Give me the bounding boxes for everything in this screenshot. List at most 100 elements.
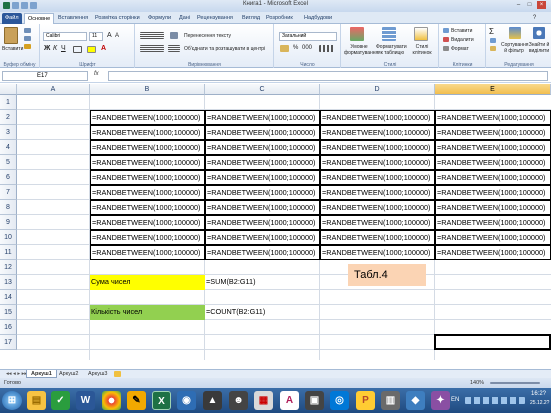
row-header-16[interactable]: 16 (0, 320, 17, 335)
grow-font-icon[interactable]: A (107, 32, 112, 39)
format-table-button[interactable]: Форматувати як таблицю (376, 44, 407, 56)
row-header-12[interactable]: 12 (0, 260, 17, 275)
app-icon-person[interactable]: ☻ (229, 391, 248, 410)
cell-d5[interactable]: =RANDBETWEEN(1000;100000) (320, 155, 435, 170)
zoom-slider[interactable] (490, 382, 540, 384)
cell-b6[interactable]: =RANDBETWEEN(1000;100000) (90, 170, 205, 185)
row-header-15[interactable]: 15 (0, 305, 17, 320)
cell-d11[interactable]: =RANDBETWEEN(1000;100000) (320, 245, 435, 260)
tab-formulas[interactable]: Формули (145, 13, 174, 24)
row-header-5[interactable]: 5 (0, 155, 17, 170)
wrap-text-button[interactable]: Перенесення тексту (184, 33, 231, 39)
cell-c10[interactable]: =RANDBETWEEN(1000;100000) (205, 230, 320, 245)
sheet-tab-2[interactable]: Аркуш2 (55, 370, 82, 378)
column-header-c[interactable]: C (205, 84, 320, 95)
tab-page-layout[interactable]: Розмітка сторінки (92, 13, 143, 24)
row-header-7[interactable]: 7 (0, 185, 17, 200)
cell-c2[interactable]: =RANDBETWEEN(1000;100000) (205, 110, 320, 125)
decimal-icons[interactable] (319, 45, 335, 52)
cell-d9[interactable]: =RANDBETWEEN(1000;100000) (320, 215, 435, 230)
cell-e11[interactable]: =RANDBETWEEN(1000;100000) (435, 245, 551, 260)
close-icon[interactable]: × (537, 1, 546, 9)
cell-b11[interactable]: =RANDBETWEEN(1000;100000) (90, 245, 205, 260)
app-icon-green[interactable]: ✓ (51, 391, 70, 410)
cell-c8[interactable]: =RANDBETWEEN(1000;100000) (205, 200, 320, 215)
cell-c15[interactable]: =COUNT(B2:G11) (205, 305, 320, 320)
sort-filter-button[interactable]: Сортування й фільтр (501, 42, 529, 54)
format-table-icon[interactable] (382, 27, 396, 41)
cell-b8[interactable]: =RANDBETWEEN(1000;100000) (90, 200, 205, 215)
row-header-11[interactable]: 11 (0, 245, 17, 260)
currency-icon[interactable] (280, 45, 289, 52)
paste-icon[interactable] (4, 27, 18, 44)
sort-filter-icon[interactable] (509, 27, 521, 39)
underline-icon[interactable]: Ч (61, 45, 66, 52)
italic-icon[interactable]: К (53, 45, 57, 52)
cell-c7[interactable]: =RANDBETWEEN(1000;100000) (205, 185, 320, 200)
paste-button[interactable]: Вставити (2, 46, 23, 52)
app-icon-purple[interactable]: ✦ (431, 391, 450, 410)
vertical-align-icons[interactable] (140, 32, 164, 39)
spreadsheet-grid[interactable]: A B C D E 1 2 3 4 5 6 7 8 9 10 11 12 13 14 15 16 17 =RAND… (0, 84, 551, 360)
fill-icon[interactable] (490, 38, 496, 43)
cell-d10[interactable]: =RANDBETWEEN(1000;100000) (320, 230, 435, 245)
orientation-icon[interactable] (170, 32, 178, 39)
format-cells-icon[interactable] (443, 46, 449, 51)
find-select-button[interactable]: Знайти й виділити (527, 42, 551, 54)
cell-e7[interactable]: =RANDBETWEEN(1000;100000) (435, 185, 551, 200)
app-icon-dark[interactable]: ▲ (203, 391, 222, 410)
tab-addins[interactable]: Надбудови (301, 13, 335, 24)
clear-icon[interactable] (490, 46, 496, 51)
cell-b4[interactable]: =RANDBETWEEN(1000;100000) (90, 140, 205, 155)
tab-view[interactable]: Вигляд (239, 13, 263, 24)
cell-c11[interactable]: =RANDBETWEEN(1000;100000) (205, 245, 320, 260)
cell-d2[interactable]: =RANDBETWEEN(1000;100000) (320, 110, 435, 125)
tab-developer[interactable]: Розробник (263, 13, 296, 24)
shrink-font-icon[interactable]: A (115, 33, 119, 39)
cell-b10[interactable]: =RANDBETWEEN(1000;100000) (90, 230, 205, 245)
cell-styles-button[interactable]: Стилі клітинок (409, 44, 435, 56)
app-icon-gray[interactable]: ▥ (381, 391, 400, 410)
row-header-8[interactable]: 8 (0, 200, 17, 215)
font-size-select[interactable]: 11 (89, 32, 103, 41)
row-header-2[interactable]: 2 (0, 110, 17, 125)
font-color-icon[interactable]: A (101, 45, 106, 52)
column-header-e[interactable]: E (435, 84, 551, 95)
row-header-9[interactable]: 9 (0, 215, 17, 230)
cell-e8[interactable]: =RANDBETWEEN(1000;100000) (435, 200, 551, 215)
row-header-3[interactable]: 3 (0, 125, 17, 140)
chrome-icon[interactable] (102, 391, 121, 410)
cell-d6[interactable]: =RANDBETWEEN(1000;100000) (320, 170, 435, 185)
cell-styles-icon[interactable] (414, 27, 428, 41)
cell-b9[interactable]: =RANDBETWEEN(1000;100000) (90, 215, 205, 230)
fill-color-icon[interactable] (87, 46, 96, 53)
indent-icons[interactable] (168, 45, 180, 52)
font-name-select[interactable]: Calibri (43, 32, 87, 41)
cell-d4[interactable]: =RANDBETWEEN(1000;100000) (320, 140, 435, 155)
cell-b3[interactable]: =RANDBETWEEN(1000;100000) (90, 125, 205, 140)
autosum-icon[interactable]: Σ (489, 27, 494, 36)
conditional-format-button[interactable]: Умовне форматування (344, 44, 378, 56)
row-header-1[interactable]: 1 (0, 95, 17, 110)
table-label-shape[interactable]: Табл.4 (348, 264, 426, 286)
select-all-corner[interactable] (0, 84, 17, 95)
word-icon[interactable]: W (76, 391, 95, 410)
app-icon-calc[interactable]: ▦ (254, 391, 273, 410)
sheet-tab-3[interactable]: Аркуш3 (84, 370, 111, 378)
tray-icons[interactable] (465, 397, 525, 404)
cell-e5[interactable]: =RANDBETWEEN(1000;100000) (435, 155, 551, 170)
cell-d3[interactable]: =RANDBETWEEN(1000;100000) (320, 125, 435, 140)
cell-e6[interactable]: =RANDBETWEEN(1000;100000) (435, 170, 551, 185)
row-header-17[interactable]: 17 (0, 335, 17, 350)
formula-input[interactable] (108, 71, 548, 81)
powerpoint-icon[interactable]: P (356, 391, 375, 410)
app-icon-img[interactable]: ▣ (305, 391, 324, 410)
cell-e4[interactable]: =RANDBETWEEN(1000;100000) (435, 140, 551, 155)
tab-insert[interactable]: Вставлення (55, 13, 91, 24)
insert-cells-button[interactable]: Вставити (451, 28, 472, 34)
delete-cells-icon[interactable] (443, 37, 449, 42)
row-header-6[interactable]: 6 (0, 170, 17, 185)
number-format-select[interactable]: Загальний (279, 32, 337, 41)
cell-c3[interactable]: =RANDBETWEEN(1000;100000) (205, 125, 320, 140)
app-icon-blue-2[interactable]: ◆ (406, 391, 425, 410)
